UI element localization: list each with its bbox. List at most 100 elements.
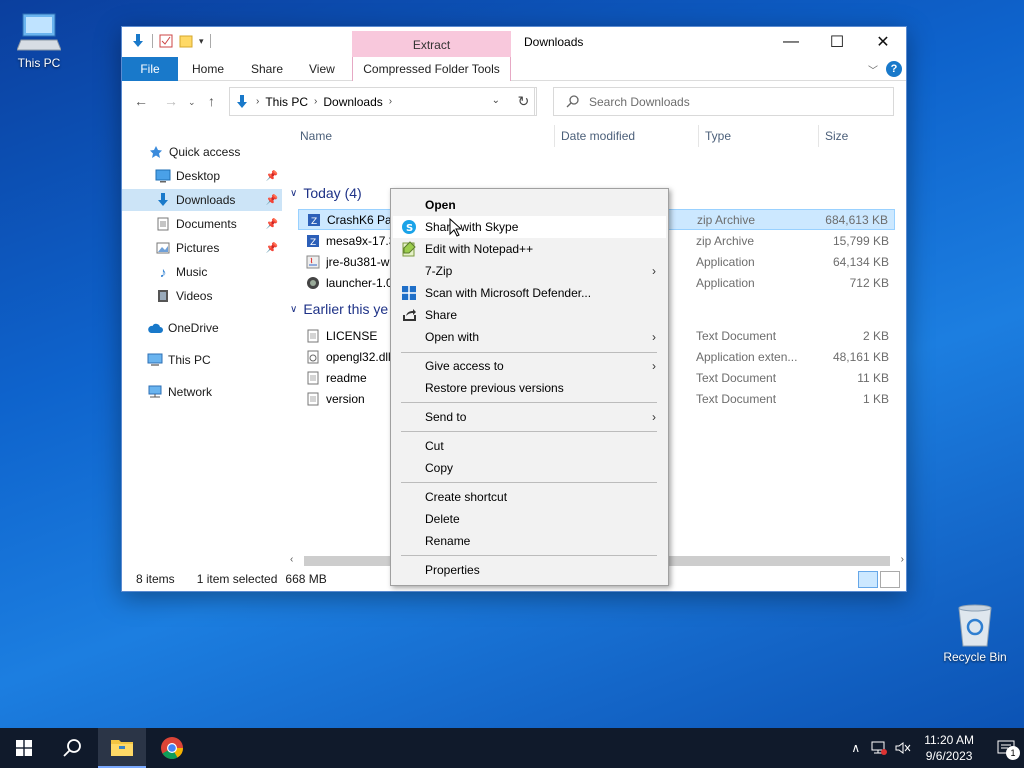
pin-icon[interactable]: 📌 xyxy=(266,243,278,254)
menu-item-give-access-to[interactable]: Give access to › xyxy=(393,355,666,377)
search-icon xyxy=(566,95,579,108)
nav-item-desktop[interactable]: Desktop 📌 xyxy=(122,165,282,187)
column-header-date-modified[interactable]: Date modified xyxy=(561,129,635,143)
up-arrow-icon[interactable]: ↑ xyxy=(208,93,215,109)
nav-item-music[interactable]: ♪ Music xyxy=(122,261,282,283)
column-divider[interactable] xyxy=(554,125,555,147)
back-arrow-icon[interactable]: ← xyxy=(134,93,148,109)
file-size: 48,161 KB xyxy=(832,349,889,364)
svg-text:S: S xyxy=(406,223,413,234)
search-button[interactable] xyxy=(48,728,96,768)
title-bar[interactable]: ▾ Extract Downloads — ☐ ✕ xyxy=(122,27,906,59)
chrome-icon xyxy=(161,737,183,759)
menu-item-delete[interactable]: Delete xyxy=(393,508,666,530)
nav-item-downloads[interactable]: Downloads 📌 xyxy=(122,189,282,211)
menu-item-rename[interactable]: Rename xyxy=(393,530,666,552)
menu-item-open-with[interactable]: Open with › xyxy=(393,326,666,348)
menu-item-edit-with-notepadpp[interactable]: Edit with Notepad++ xyxy=(393,238,666,260)
close-button[interactable]: ✕ xyxy=(860,27,906,57)
search-input[interactable]: Search Downloads xyxy=(553,87,894,116)
volume-muted-icon[interactable] xyxy=(894,740,912,756)
breadcrumb-chevron-icon[interactable]: › xyxy=(314,96,317,107)
menu-item-label: Share xyxy=(425,308,458,322)
launcher-app-icon xyxy=(307,276,319,289)
nav-item-quick-access[interactable]: Quick access xyxy=(122,141,282,163)
nav-item-documents[interactable]: Documents 📌 xyxy=(122,213,282,235)
menu-item-restore-previous-versions[interactable]: Restore previous versions xyxy=(393,377,666,399)
column-header-type[interactable]: Type xyxy=(705,129,731,143)
nav-item-label: OneDrive xyxy=(168,321,219,335)
tab-home[interactable]: Home xyxy=(192,57,224,81)
group-label: Today (4) xyxy=(303,185,362,201)
tab-share[interactable]: Share xyxy=(251,57,283,81)
menu-item-copy[interactable]: Copy xyxy=(393,457,666,479)
desktop-icon-recycle-bin[interactable]: Recycle Bin xyxy=(937,602,1013,664)
breadcrumb-chevron-icon[interactable]: › xyxy=(256,96,259,107)
tab-compressed-folder-tools[interactable]: Compressed Folder Tools xyxy=(352,57,511,81)
ribbon-expand-icon[interactable]: ﹀ xyxy=(868,62,878,77)
scroll-left-icon[interactable]: ‹ xyxy=(290,554,293,565)
zip-archive-icon: Z xyxy=(308,213,320,227)
help-icon[interactable]: ? xyxy=(886,61,902,77)
forward-arrow-icon[interactable]: → xyxy=(164,93,178,109)
nav-item-videos[interactable]: Videos xyxy=(122,285,282,307)
show-hidden-icons-icon[interactable]: ∧ xyxy=(851,741,860,755)
menu-item-send-to[interactable]: Send to › xyxy=(393,406,666,428)
menu-item-scan-with-defender[interactable]: Scan with Microsoft Defender... xyxy=(393,282,666,304)
breadcrumb-this-pc[interactable]: This PC xyxy=(265,95,308,109)
videos-icon xyxy=(154,288,172,304)
start-button[interactable] xyxy=(0,728,48,768)
menu-item-properties[interactable]: Properties xyxy=(393,559,666,581)
taskbar-chrome[interactable] xyxy=(148,728,196,768)
column-divider[interactable] xyxy=(818,125,819,147)
pin-icon[interactable]: 📌 xyxy=(266,195,278,206)
refresh-button[interactable]: ↻ xyxy=(511,87,537,116)
column-header-name[interactable]: Name xyxy=(300,129,332,143)
nav-item-label: Documents xyxy=(176,217,237,231)
folder-icon xyxy=(111,740,133,756)
nav-item-this-pc[interactable]: This PC xyxy=(122,349,282,371)
breadcrumb-downloads[interactable]: Downloads xyxy=(323,95,382,109)
notification-center-button[interactable]: 1 xyxy=(988,728,1024,768)
desktop-icon-this-pc[interactable]: This PC xyxy=(1,10,77,70)
network-icon[interactable] xyxy=(870,740,888,756)
menu-item-share-with-skype[interactable]: S Share with Skype xyxy=(393,216,666,238)
column-divider[interactable] xyxy=(698,125,699,147)
scroll-right-icon[interactable]: › xyxy=(901,554,904,565)
maximize-button[interactable]: ☐ xyxy=(814,27,860,57)
properties-icon[interactable] xyxy=(159,34,173,48)
column-header-size[interactable]: Size xyxy=(825,129,848,143)
breadcrumb-chevron-icon[interactable]: › xyxy=(389,96,392,107)
details-view-button[interactable] xyxy=(858,571,878,588)
menu-item-open[interactable]: Open xyxy=(393,194,666,216)
qat-dropdown-icon[interactable]: ▾ xyxy=(199,36,204,47)
tab-view[interactable]: View xyxy=(309,57,335,81)
nav-item-onedrive[interactable]: OneDrive xyxy=(122,317,282,339)
menu-item-share[interactable]: Share xyxy=(393,304,666,326)
desktop-icon-label: This PC xyxy=(17,56,61,70)
group-header-today[interactable]: ∨ Today (4) xyxy=(290,185,362,201)
address-dropdown-icon[interactable]: ⌄ xyxy=(492,95,500,106)
new-folder-icon[interactable] xyxy=(179,34,193,48)
recent-locations-chevron-icon[interactable]: ⌄ xyxy=(188,97,196,108)
chevron-down-icon: ∨ xyxy=(290,187,298,199)
taskbar-file-explorer[interactable] xyxy=(98,728,146,768)
menu-item-7-zip[interactable]: 7-Zip › xyxy=(393,260,666,282)
tab-file[interactable]: File xyxy=(122,57,178,81)
zip-archive-icon: Z xyxy=(307,234,319,248)
clock[interactable]: 11:20 AM 9/6/2023 xyxy=(924,732,974,764)
pin-icon[interactable]: 📌 xyxy=(266,219,278,230)
computer-icon xyxy=(146,352,164,368)
menu-item-cut[interactable]: Cut xyxy=(393,435,666,457)
navigation-pane: Quick access Desktop 📌 Downloads 📌 Docum… xyxy=(122,127,288,572)
minimize-button[interactable]: — xyxy=(768,27,814,57)
nav-item-pictures[interactable]: Pictures 📌 xyxy=(122,237,282,259)
address-bar[interactable]: › This PC › Downloads › ⌄ xyxy=(229,87,535,116)
large-icons-view-button[interactable] xyxy=(880,571,900,588)
group-header-earlier-this-year[interactable]: ∨ Earlier this ye xyxy=(290,301,388,317)
nav-item-network[interactable]: Network xyxy=(122,381,282,403)
menu-item-create-shortcut[interactable]: Create shortcut xyxy=(393,486,666,508)
pin-icon[interactable]: 📌 xyxy=(266,171,278,182)
divider xyxy=(209,34,211,48)
menu-item-label: Send to xyxy=(425,410,467,424)
